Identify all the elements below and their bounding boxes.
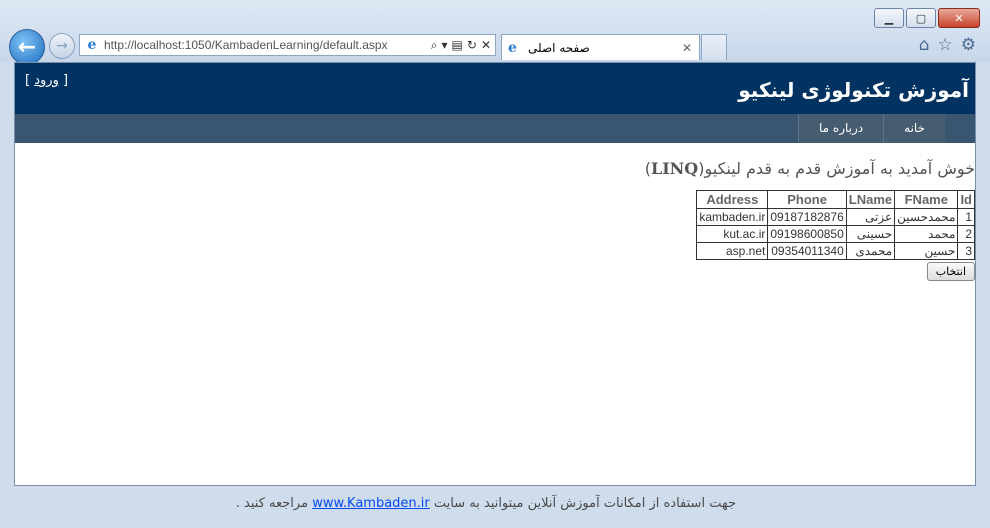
login-area: [ ورود ] [25,73,68,88]
cell-phone: 09198600850 [767,225,847,243]
cell-address: kambaden.ir [696,208,769,226]
address-url[interactable]: http://localhost:1050/KambadenLearning/d… [104,38,431,52]
ie-logo-icon: e [87,37,97,53]
close-window-button[interactable]: ✕ [938,8,980,28]
welcome-linq: LINQ [650,159,699,178]
new-tab-button[interactable] [701,34,727,60]
cell-fname: محمدحسین [894,208,959,226]
footer-text: جهت استفاده از امکانات آموزش آنلاین میتو… [236,496,736,511]
cell-id: 2 [957,225,975,243]
tab-title: صفحه اصلی [528,40,590,55]
browser-toolbar: ⌂ ☆ ⚙ [919,35,976,55]
maximize-button[interactable]: ▢ [906,8,936,28]
welcome-text: خوش آمدید به آموزش قدم به قدم لینکیو( [698,159,975,178]
footer-link[interactable]: www.Kambaden.ir [312,496,430,511]
menu-item-about[interactable]: درباره ما [798,114,884,143]
home-icon[interactable]: ⌂ [919,35,930,55]
browser-tab[interactable]: e صفحه اصلی ✕ [501,34,700,60]
cell-lname: عزتی [845,208,896,226]
cell-fname: محمد [894,225,959,243]
gear-icon[interactable]: ⚙ [961,35,976,55]
forward-arrow-icon: → [56,38,68,54]
tab-ie-icon: e [508,39,517,56]
cell-address: asp.net [696,242,769,260]
login-bracket-open: [ [25,73,35,88]
dropdown-icon[interactable]: ▾ [442,38,448,53]
column-header-lname: LName [845,190,896,209]
minimize-button[interactable]: ▁ [874,8,904,28]
cell-lname: محمدی [845,242,896,260]
people-table: Id FName LName Phone Address 1 محمدحسین … [696,190,975,260]
cell-lname: حسینی [845,225,896,243]
forward-button[interactable]: → [49,33,75,59]
select-button[interactable]: انتخاب [926,262,975,281]
star-icon[interactable]: ☆ [938,35,953,55]
tab-close-icon[interactable]: ✕ [679,41,695,55]
cell-phone: 09354011340 [767,242,847,260]
back-button[interactable]: ← [9,29,45,65]
login-link[interactable]: ورود [34,73,59,88]
welcome-heading: خوش آمدید به آموزش قدم به قدم لینکیو(LIN… [15,159,975,178]
main-content: خوش آمدید به آموزش قدم به قدم لینکیو(LIN… [15,143,975,281]
table-header-row: Id FName LName Phone Address [696,190,975,209]
site-title: آموزش تکنولوژی لینکیو [738,78,969,102]
compat-view-icon[interactable]: ▤ [452,38,463,53]
refresh-icon[interactable]: ↻ [467,38,477,53]
table-row[interactable]: 2 محمد حسینی 09198600850 kut.ac.ir [696,225,975,243]
column-header-phone: Phone [767,190,847,209]
stop-icon[interactable]: ✕ [481,38,491,53]
column-header-address: Address [696,190,769,209]
login-bracket-close: ] [58,73,69,88]
cell-address: kut.ac.ir [696,225,769,243]
window-controls: ▁ ▢ ✕ [872,8,980,28]
main-menu: خانه درباره ما [798,114,945,143]
column-header-fname: FName [894,190,959,209]
address-bar-icons: ⌕ ▾ ▤ ↻ ✕ [431,38,495,53]
search-icon[interactable]: ⌕ [431,38,438,53]
table-row[interactable]: 3 حسین محمدی 09354011340 asp.net [696,242,975,260]
web-page: آموزش تکنولوژی لینکیو [ ورود ] خانه دربا… [14,62,976,486]
back-arrow-icon: ← [17,34,37,60]
site-header: آموزش تکنولوژی لینکیو [ ورود ] [15,63,975,114]
menu-bar: خانه درباره ما [15,114,975,143]
menu-item-home[interactable]: خانه [883,114,945,143]
table-row[interactable]: 1 محمدحسین عزتی 09187182876 kambaden.ir [696,208,975,226]
site-footer: جهت استفاده از امکانات آموزش آنلاین میتو… [0,486,990,528]
footer-text-before: جهت استفاده از امکانات آموزش آنلاین میتو… [429,496,736,511]
cell-fname: حسین [894,242,959,260]
browser-chrome: ▁ ▢ ✕ ← → e http://localhost:1050/Kambad… [0,0,990,65]
cell-id: 1 [957,208,975,226]
column-header-id: Id [957,190,975,209]
cell-phone: 09187182876 [767,208,847,226]
cell-id: 3 [957,242,975,260]
address-bar[interactable]: e http://localhost:1050/KambadenLearning… [79,34,496,56]
footer-text-after: مراجعه کنید . [235,496,313,511]
